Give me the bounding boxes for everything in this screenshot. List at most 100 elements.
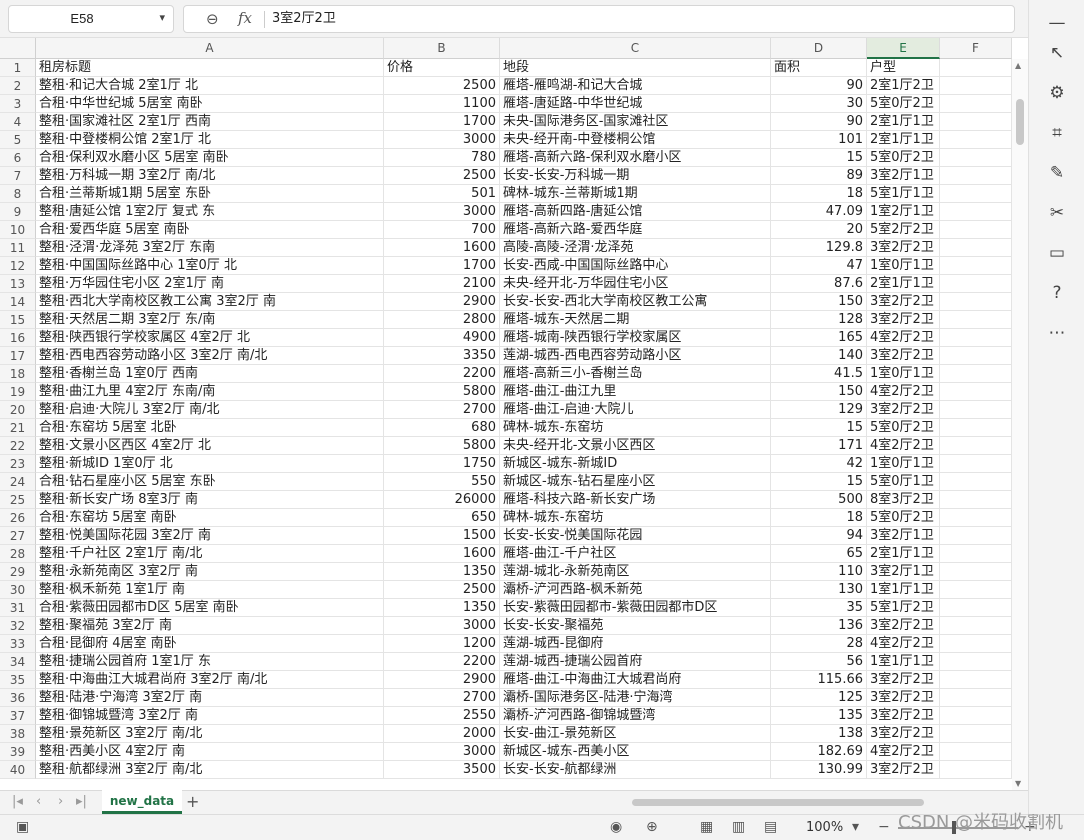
cell-a26[interactable]: 合租·东窑坊 5居室 南卧 <box>36 509 384 527</box>
row-number[interactable]: 35 <box>0 671 36 689</box>
cell-a33[interactable]: 合租·昆御府 4居室 南卧 <box>36 635 384 653</box>
cell-b32[interactable]: 3000 <box>384 617 500 635</box>
row-number[interactable]: 27 <box>0 527 36 545</box>
cell-d35[interactable]: 115.66 <box>771 671 867 689</box>
table-row[interactable]: 33 合租·昆御府 4居室 南卧 1200 莲湖-城西-昆御府 28 4室2厅2卫 <box>0 635 1028 653</box>
cell-e13[interactable]: 2室1厅1卫 <box>867 275 940 293</box>
table-row[interactable]: 9 整租·唐延公馆 1室2厅 复式 东 3000 雁塔-高新四路-唐延公馆 47.09 1… <box>0 203 1028 221</box>
table-row[interactable]: 20 整租·启迪·大院儿 3室2厅 南/北 2700 雁塔-曲江-启迪·大院儿 129 3… <box>0 401 1028 419</box>
cell-f1[interactable] <box>940 59 1012 77</box>
row-number[interactable]: 11 <box>0 239 36 257</box>
cell-a16[interactable]: 整租·陕西银行学校家属区 4室2厅 北 <box>36 329 384 347</box>
cell-d29[interactable]: 110 <box>771 563 867 581</box>
cell-c24[interactable]: 新城区-城东-钻石星座小区 <box>500 473 771 491</box>
header-row[interactable]: 1 租房标题 价格 地段 面积 户型 <box>0 59 1028 77</box>
row-number[interactable]: 39 <box>0 743 36 761</box>
cell-d9[interactable]: 47.09 <box>771 203 867 221</box>
cell-e7[interactable]: 3室2厅1卫 <box>867 167 940 185</box>
cell-e2[interactable]: 2室1厅2卫 <box>867 77 940 95</box>
cell-e4[interactable]: 2室1厅1卫 <box>867 113 940 131</box>
page-layout-icon[interactable]: ▥ <box>732 819 745 835</box>
row-number[interactable]: 16 <box>0 329 36 347</box>
cell-c16[interactable]: 雁塔-城南-陕西银行学校家属区 <box>500 329 771 347</box>
cell-a2[interactable]: 整租·和记大合城 2室1厅 北 <box>36 77 384 95</box>
cell-c25[interactable]: 雁塔-科技六路-新长安广场 <box>500 491 771 509</box>
cell-f24[interactable] <box>940 473 1012 491</box>
cell-f37[interactable] <box>940 707 1012 725</box>
cell-d8[interactable]: 18 <box>771 185 867 203</box>
table-row[interactable]: 36 整租·陆港·宁海湾 3室2厅 南 2700 灞桥-国际港务区-陆港·宁海湾 125… <box>0 689 1028 707</box>
cell-a17[interactable]: 整租·西电西容劳动路小区 3室2厅 南/北 <box>36 347 384 365</box>
row-number[interactable]: 26 <box>0 509 36 527</box>
row-number[interactable]: 8 <box>0 185 36 203</box>
cell-b7[interactable]: 2500 <box>384 167 500 185</box>
row-number[interactable]: 37 <box>0 707 36 725</box>
cell-d31[interactable]: 35 <box>771 599 867 617</box>
row-number[interactable]: 5 <box>0 131 36 149</box>
cell-a3[interactable]: 合租·中华世纪城 5居室 南卧 <box>36 95 384 113</box>
name-box[interactable]: E58 ▾ <box>8 5 174 33</box>
row-number[interactable]: 14 <box>0 293 36 311</box>
zoom-out-icon[interactable]: − <box>878 819 890 835</box>
cell-a10[interactable]: 合租·爱西华庭 5居室 南卧 <box>36 221 384 239</box>
cell-c11[interactable]: 高陵-高陵-泾渭·龙泽苑 <box>500 239 771 257</box>
cell-f7[interactable] <box>940 167 1012 185</box>
cell-c10[interactable]: 雁塔-高新六路-爱西华庭 <box>500 221 771 239</box>
cell-e1[interactable]: 户型 <box>867 59 940 77</box>
cell-d33[interactable]: 28 <box>771 635 867 653</box>
cell-f29[interactable] <box>940 563 1012 581</box>
cell-d27[interactable]: 94 <box>771 527 867 545</box>
cell-f14[interactable] <box>940 293 1012 311</box>
row-number[interactable]: 20 <box>0 401 36 419</box>
table-row[interactable]: 38 整租·景苑新区 3室2厅 南/北 2000 长安-曲江-景苑新区 138 3室2厅2… <box>0 725 1028 743</box>
table-row[interactable]: 40 整租·航都绿洲 3室2厅 南/北 3500 长安-长安-航都绿洲 130.99 3室… <box>0 761 1028 779</box>
cell-c8[interactable]: 碑林-城东-兰蒂斯城1期 <box>500 185 771 203</box>
cell-e6[interactable]: 5室0厅2卫 <box>867 149 940 167</box>
cell-a37[interactable]: 整租·御锦城暨湾 3室2厅 南 <box>36 707 384 725</box>
cell-e14[interactable]: 3室2厅2卫 <box>867 293 940 311</box>
cell-c6[interactable]: 雁塔-高新六路-保利双水磨小区 <box>500 149 771 167</box>
cell-a19[interactable]: 整租·曲江九里 4室2厅 东南/南 <box>36 383 384 401</box>
cell-e8[interactable]: 5室1厅1卫 <box>867 185 940 203</box>
cell-a6[interactable]: 合租·保利双水磨小区 5居室 南卧 <box>36 149 384 167</box>
cell-c38[interactable]: 长安-曲江-景苑新区 <box>500 725 771 743</box>
spreadsheet-grid[interactable]: ABCDEF 1 租房标题 价格 地段 面积 户型 2 整租·和记大合城 2室1厅 北 2500… <box>0 38 1028 790</box>
cell-e32[interactable]: 3室2厅2卫 <box>867 617 940 635</box>
row-number[interactable]: 17 <box>0 347 36 365</box>
table-row[interactable]: 26 合租·东窑坊 5居室 南卧 650 碑林-城东-东窑坊 18 5室0厅2卫 <box>0 509 1028 527</box>
cell-c30[interactable]: 灞桥-浐河西路-枫禾新苑 <box>500 581 771 599</box>
cell-d14[interactable]: 150 <box>771 293 867 311</box>
cell-b22[interactable]: 5800 <box>384 437 500 455</box>
cell-b26[interactable]: 650 <box>384 509 500 527</box>
table-row[interactable]: 3 合租·中华世纪城 5居室 南卧 1100 雁塔-唐延路-中华世纪城 30 5室0厅2卫 <box>0 95 1028 113</box>
cell-f26[interactable] <box>940 509 1012 527</box>
cell-e15[interactable]: 3室2厅2卫 <box>867 311 940 329</box>
cell-d3[interactable]: 30 <box>771 95 867 113</box>
cell-e25[interactable]: 8室3厅2卫 <box>867 491 940 509</box>
cell-e17[interactable]: 3室2厅2卫 <box>867 347 940 365</box>
cell-f11[interactable] <box>940 239 1012 257</box>
row-number[interactable]: 15 <box>0 311 36 329</box>
cell-e26[interactable]: 5室0厅2卫 <box>867 509 940 527</box>
cell-e22[interactable]: 4室2厅2卫 <box>867 437 940 455</box>
cell-b36[interactable]: 2700 <box>384 689 500 707</box>
cell-d28[interactable]: 65 <box>771 545 867 563</box>
column-header-a[interactable]: A <box>36 38 384 59</box>
row-number[interactable]: 18 <box>0 365 36 383</box>
row-number[interactable]: 10 <box>0 221 36 239</box>
cell-d17[interactable]: 140 <box>771 347 867 365</box>
cell-f21[interactable] <box>940 419 1012 437</box>
cell-c36[interactable]: 灞桥-国际港务区-陆港·宁海湾 <box>500 689 771 707</box>
table-row[interactable]: 30 整租·枫禾新苑 1室1厅 南 2500 灞桥-浐河西路-枫禾新苑 130 1室1厅1… <box>0 581 1028 599</box>
cell-f22[interactable] <box>940 437 1012 455</box>
cell-a1[interactable]: 租房标题 <box>36 59 384 77</box>
cell-e36[interactable]: 3室2厅2卫 <box>867 689 940 707</box>
cell-e34[interactable]: 1室1厅1卫 <box>867 653 940 671</box>
cell-b38[interactable]: 2000 <box>384 725 500 743</box>
adjust-icon[interactable]: ⚙ <box>1046 82 1068 104</box>
cell-c15[interactable]: 雁塔-城东-天然居二期 <box>500 311 771 329</box>
row-number[interactable]: 28 <box>0 545 36 563</box>
cell-d4[interactable]: 90 <box>771 113 867 131</box>
cell-d24[interactable]: 15 <box>771 473 867 491</box>
cell-c9[interactable]: 雁塔-高新四路-唐延公馆 <box>500 203 771 221</box>
